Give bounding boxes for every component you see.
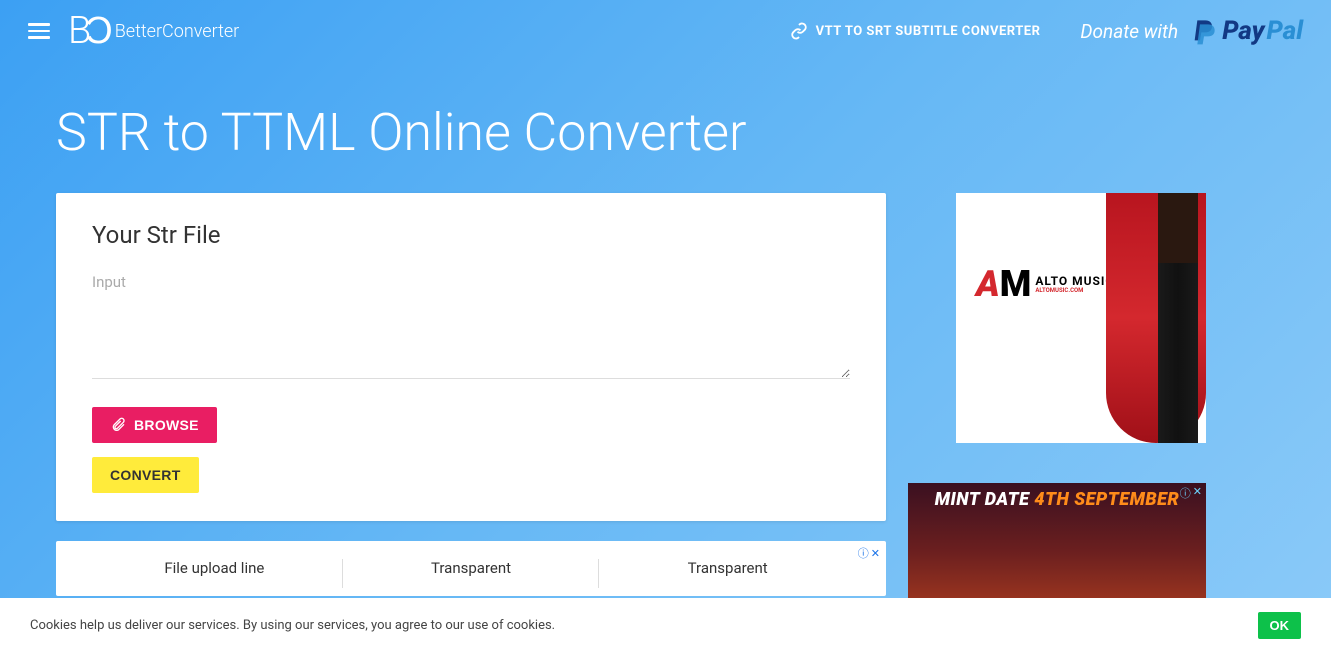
alto-sub: ALTOMUSIC.COM	[1035, 287, 1114, 294]
guitar-image	[1106, 193, 1206, 443]
link-icon	[790, 22, 808, 40]
card-heading: Your Str File	[92, 221, 850, 249]
alto-a: A	[976, 263, 1000, 305]
file-input-textarea[interactable]	[92, 269, 850, 379]
paypal-icon	[1188, 15, 1220, 47]
ad-row[interactable]: ⓘ ✕ File upload line Transparent Transpa…	[56, 541, 886, 596]
header: BƆ BetterConverter VTT TO SRT SUBTITLE C…	[0, 0, 1331, 62]
content: Your Str File BROWSE CONVERT ⓘ ✕ File up…	[0, 193, 1331, 653]
ad-col-1[interactable]: File upload line	[86, 559, 343, 596]
converter-card: Your Str File BROWSE CONVERT	[56, 193, 886, 521]
logo-mark: BƆ	[68, 12, 107, 50]
side-column: ⓘ ✕ AM ALTO MUSIC ALTOMUSIC.COM ⓘ ✕	[926, 193, 1206, 653]
donate-link[interactable]: Donate with PayPal	[1080, 15, 1303, 47]
paperclip-icon	[110, 417, 126, 433]
menu-icon[interactable]	[28, 23, 50, 39]
brand-name: BetterConverter	[115, 21, 240, 42]
browse-label: BROWSE	[134, 417, 199, 433]
donate-prefix: Donate with	[1080, 20, 1178, 43]
mint-prefix: MINT DATE	[935, 489, 1035, 510]
mint-date-text: MINT DATE 4TH SEPTEMBER	[908, 489, 1206, 510]
ad-col-2[interactable]: Transparent	[343, 559, 600, 596]
cookie-ok-button[interactable]: OK	[1258, 612, 1302, 639]
ad-badge[interactable]: ⓘ ✕	[858, 545, 880, 561]
alto-m: M	[1000, 263, 1032, 305]
convert-button[interactable]: CONVERT	[92, 457, 199, 493]
header-link-label: VTT TO SRT SUBTITLE CONVERTER	[816, 24, 1041, 39]
page-title: STR to TTML Online Converter	[0, 62, 1331, 193]
ad-col-3[interactable]: Transparent	[599, 559, 856, 596]
cookie-bar: Cookies help us deliver our services. By…	[0, 598, 1331, 653]
logo[interactable]: BƆ BetterConverter	[68, 12, 239, 50]
side-ad-1[interactable]: ⓘ ✕ AM ALTO MUSIC ALTOMUSIC.COM	[956, 193, 1206, 443]
paypal-logo: PayPal	[1188, 15, 1303, 47]
browse-button[interactable]: BROWSE	[92, 407, 217, 443]
mint-date-value: 4TH SEPTEMBER	[1034, 489, 1179, 510]
ad-info-icon: ⓘ	[858, 545, 869, 561]
convert-label: CONVERT	[110, 467, 181, 483]
ad-close-icon: ✕	[871, 547, 880, 560]
main-column: Your Str File BROWSE CONVERT ⓘ ✕ File up…	[56, 193, 886, 653]
alto-text: ALTO MUSIC	[1035, 275, 1114, 287]
header-converter-link[interactable]: VTT TO SRT SUBTITLE CONVERTER	[790, 22, 1041, 40]
header-right: VTT TO SRT SUBTITLE CONVERTER Donate wit…	[790, 15, 1303, 47]
paypal-text-1: Pay	[1222, 16, 1264, 46]
paypal-text-2: Pal	[1267, 16, 1303, 46]
cookie-text: Cookies help us deliver our services. By…	[30, 618, 555, 633]
